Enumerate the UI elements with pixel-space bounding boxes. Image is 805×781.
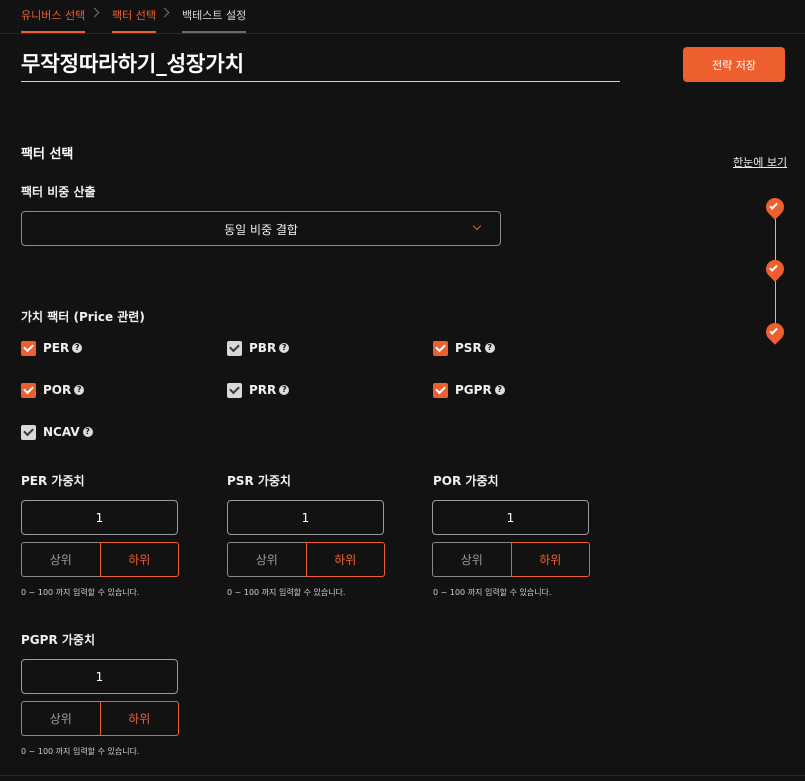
value-factor-title: 가치 팩터 (Price 관련) [21, 310, 145, 324]
rank-toggle-psr: 상위 하위 [227, 542, 385, 577]
help-icon[interactable]: ? [279, 343, 290, 353]
help-icon[interactable]: ? [82, 427, 93, 437]
weight-calc-select[interactable]: 동일 비중 결합 [21, 211, 501, 246]
help-icon[interactable]: ? [74, 385, 85, 395]
upper-option[interactable]: 상위 [21, 542, 100, 577]
section-title: 팩터 선택 [21, 147, 74, 162]
factor-checkbox[interactable]: PRR ? [227, 382, 290, 398]
breadcrumb: 유니버스 선택 팩터 선택 백테스트 설정 [0, 0, 805, 34]
checkbox[interactable] [21, 340, 36, 356]
factor-checkbox[interactable]: POR ? [21, 382, 85, 398]
step-done-icon[interactable] [762, 319, 788, 345]
weight-hint: 0 ~ 100 까지 입력할 수 있습니다. [21, 747, 140, 756]
factor-label: NCAV [43, 425, 80, 439]
factor-checkbox[interactable]: NCAV ? [21, 424, 93, 440]
upper-option[interactable]: 상위 [21, 701, 100, 736]
weight-hint: 0 ~ 100 까지 입력할 수 있습니다. [21, 588, 140, 597]
strategy-title[interactable]: 무작정따라하기_성장가치 [21, 50, 620, 82]
upper-option[interactable]: 상위 [432, 542, 511, 577]
weight-input-psr[interactable] [227, 500, 384, 535]
breadcrumb-backtest[interactable]: 백테스트 설정 [182, 0, 247, 33]
weight-input-por[interactable] [432, 500, 589, 535]
weight-hint: 0 ~ 100 까지 입력할 수 있습니다. [227, 588, 346, 597]
chevron-right-icon [89, 7, 100, 18]
overview-link[interactable]: 한눈에 보기 [733, 154, 787, 170]
factor-label: PER [43, 341, 70, 355]
help-icon[interactable]: ? [72, 343, 83, 353]
weight-input-pgpr[interactable] [21, 659, 178, 694]
checkbox[interactable] [433, 382, 448, 398]
factor-label: PGPR [455, 383, 492, 397]
factor-checkbox[interactable]: PSR ? [433, 340, 495, 356]
weight-label-por: POR 가중치 [433, 474, 499, 488]
checkbox[interactable] [433, 340, 448, 356]
weight-hint: 0 ~ 100 까지 입력할 수 있습니다. [433, 588, 552, 597]
lower-option[interactable]: 하위 [510, 542, 590, 577]
factor-checkbox[interactable]: PBR ? [227, 340, 290, 356]
factor-label: PSR [455, 341, 482, 355]
rank-toggle-pgpr: 상위 하위 [21, 701, 179, 736]
checkbox[interactable] [21, 382, 36, 398]
help-icon[interactable]: ? [484, 343, 495, 353]
save-strategy-button[interactable]: 전략 저장 [683, 47, 785, 82]
weight-input-per[interactable] [21, 500, 178, 535]
weight-label-pgpr: PGPR 가중치 [21, 633, 95, 647]
divider [0, 775, 805, 776]
chevron-right-icon [159, 7, 170, 18]
checkbox[interactable] [21, 424, 36, 440]
factor-checkbox[interactable]: PER ? [21, 340, 83, 356]
help-icon[interactable]: ? [279, 385, 290, 395]
rank-toggle-per: 상위 하위 [21, 542, 179, 577]
step-done-icon[interactable] [762, 256, 788, 282]
weight-label-per: PER 가중치 [21, 474, 85, 488]
weight-calc-value: 동일 비중 결합 [224, 223, 298, 237]
weight-calc-label: 팩터 비중 산출 [21, 185, 96, 199]
rank-toggle-por: 상위 하위 [432, 542, 590, 577]
factor-checkbox[interactable]: PGPR ? [433, 382, 505, 398]
lower-option[interactable]: 하위 [305, 542, 385, 577]
help-icon[interactable]: ? [494, 385, 505, 395]
step-done-icon[interactable] [762, 194, 788, 220]
breadcrumb-factor[interactable]: 팩터 선택 [112, 0, 156, 33]
lower-option[interactable]: 하위 [99, 542, 179, 577]
upper-option[interactable]: 상위 [227, 542, 306, 577]
checkbox[interactable] [227, 340, 242, 356]
weight-label-psr: PSR 가중치 [227, 474, 291, 488]
checkbox[interactable] [227, 382, 242, 398]
lower-option[interactable]: 하위 [99, 701, 179, 736]
factor-label: POR [43, 383, 72, 397]
factor-label: PRR [249, 383, 277, 397]
breadcrumb-universe[interactable]: 유니버스 선택 [21, 0, 86, 33]
factor-label: PBR [249, 341, 277, 355]
